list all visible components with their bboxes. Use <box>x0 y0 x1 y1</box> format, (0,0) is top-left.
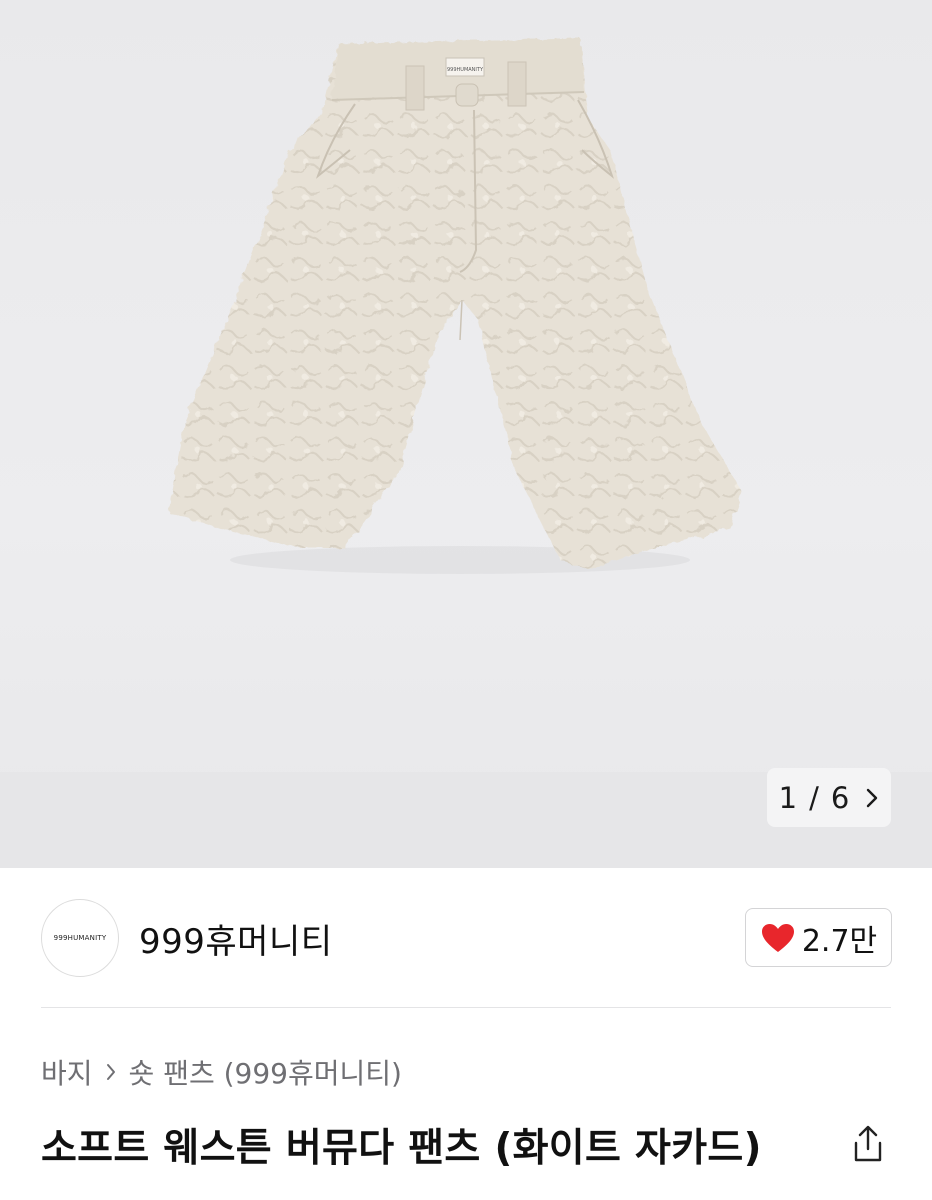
breadcrumb: 바지 숏 팬츠 (999휴머니티) <box>41 1052 402 1092</box>
breadcrumb-category[interactable]: 바지 <box>41 1052 93 1092</box>
brand-logo-text: 999HUMANITY <box>53 934 107 942</box>
chevron-right-icon[interactable] <box>865 788 879 808</box>
like-button[interactable]: 2.7만 <box>745 908 892 967</box>
current-image-number: 1 <box>778 780 798 815</box>
section-divider <box>41 1007 891 1008</box>
heart-icon <box>761 923 794 952</box>
share-icon <box>854 1125 882 1162</box>
share-button[interactable] <box>846 1122 890 1166</box>
counter-separator: / <box>809 780 819 815</box>
image-counter[interactable]: 1 / 6 <box>767 768 891 827</box>
brand-name[interactable]: 999휴머니티 <box>139 914 333 963</box>
product-image-gallery[interactable]: 999HUMANITY 1 / 6 <box>0 0 932 868</box>
total-image-count: 6 <box>830 780 850 815</box>
brand-row: 999HUMANITY 999휴머니티 2.7만 <box>0 868 932 1008</box>
garment-tag: 999HUMANITY <box>447 67 484 73</box>
product-title: 소프트 웨스튼 버뮤다 팬츠 (화이트 자카드) <box>41 1126 762 1171</box>
chevron-right-icon <box>106 1064 115 1080</box>
like-count: 2.7만 <box>801 923 878 959</box>
brand-logo[interactable]: 999HUMANITY <box>41 899 119 977</box>
product-photo: 999HUMANITY <box>168 38 742 574</box>
breadcrumb-subcategory[interactable]: 숏 팬츠 (999휴머니티) <box>129 1052 402 1092</box>
